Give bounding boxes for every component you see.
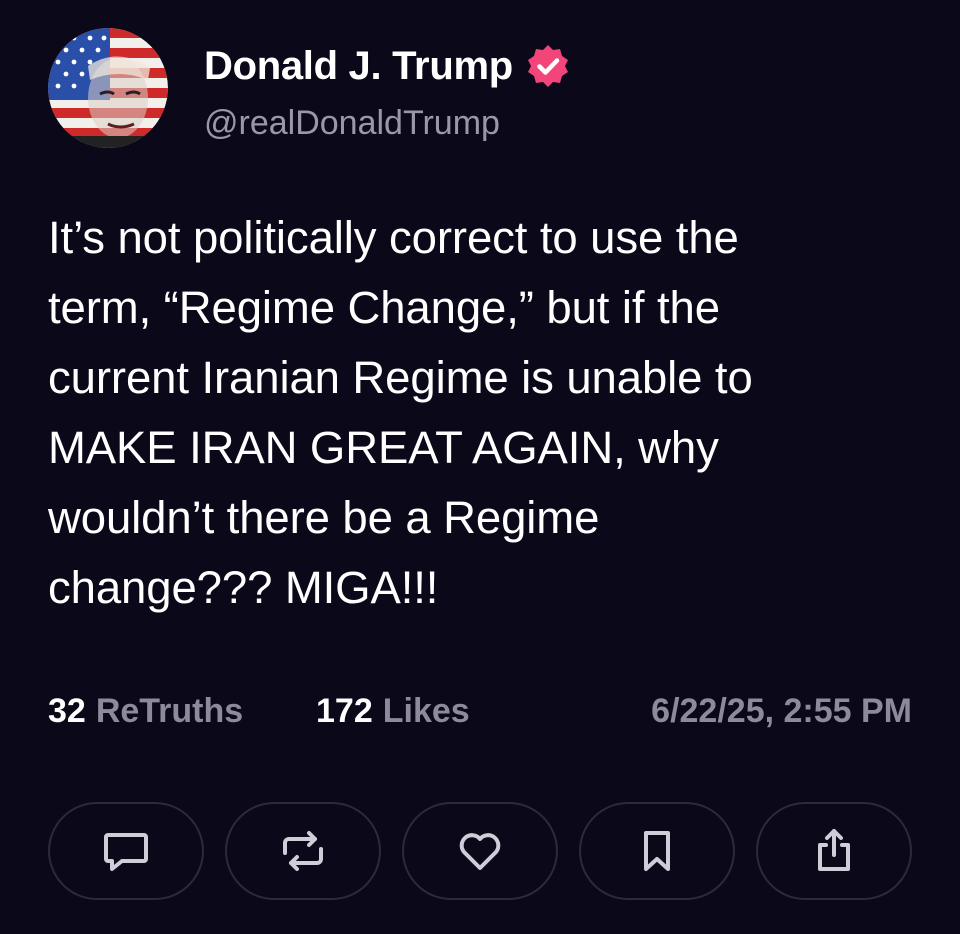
flag-portrait-avatar-icon — [48, 28, 168, 148]
display-name[interactable]: Donald J. Trump — [204, 44, 513, 89]
heart-icon — [452, 823, 508, 879]
reply-button[interactable] — [48, 802, 204, 900]
retruths-label: ReTruths — [95, 692, 244, 730]
share-icon — [806, 823, 862, 879]
retruths-count: 32 — [48, 692, 86, 730]
likes-stat[interactable]: 172 Likes — [316, 692, 470, 731]
retruth-button[interactable] — [225, 802, 381, 900]
verified-badge-icon — [525, 43, 571, 89]
bookmark-icon — [629, 823, 685, 879]
comment-icon — [98, 823, 154, 879]
like-button[interactable] — [402, 802, 558, 900]
stats-row: 32 ReTruths 172 Likes 6/22/25, 2:55 PM — [48, 692, 912, 740]
action-bar — [48, 802, 912, 900]
handle[interactable]: @realDonaldTrump — [204, 104, 500, 143]
bookmark-button[interactable] — [579, 802, 735, 900]
likes-count: 172 — [316, 692, 373, 730]
post-text: It’s not politically correct to use the … — [48, 212, 753, 613]
avatar[interactable] — [48, 28, 168, 148]
likes-label: Likes — [382, 692, 470, 730]
share-button[interactable] — [756, 802, 912, 900]
name-row: Donald J. Trump — [204, 40, 571, 92]
retruths-stat[interactable]: 32 ReTruths — [48, 692, 243, 731]
timestamp: 6/22/25, 2:55 PM — [651, 692, 912, 730]
repost-icon — [275, 823, 331, 879]
